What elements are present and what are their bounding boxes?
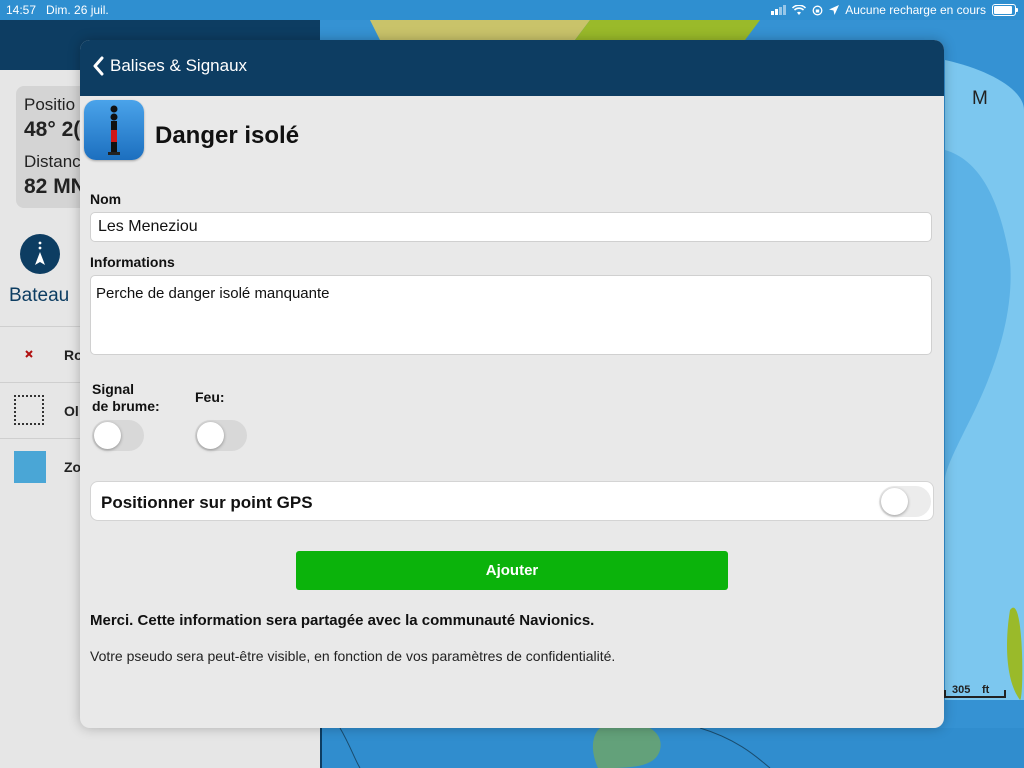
obstruction-area-icon: [14, 395, 44, 425]
wifi-icon: [792, 4, 807, 15]
battery-icon: [992, 4, 1018, 16]
map-label: M: [972, 88, 988, 109]
distance-value: 82 MN: [24, 175, 86, 198]
rock-marker-icon: [25, 350, 33, 358]
gps-position-label: Positionner sur point GPS: [101, 493, 313, 512]
fog-signal-toggle[interactable]: [92, 420, 144, 451]
boat-arrow-icon: [35, 241, 45, 265]
background-list-item[interactable]: Ro: [0, 326, 83, 383]
list-item-label: Zo: [64, 459, 82, 475]
light-label: Feu:: [195, 389, 225, 405]
status-time: 14:57: [6, 3, 37, 17]
scale-bar: [944, 690, 1006, 698]
modal-header: Balises & Signaux: [80, 40, 944, 96]
isolated-danger-icon: [84, 100, 144, 160]
position-label: Positio: [24, 95, 76, 114]
page-title: Danger isolé: [155, 122, 300, 149]
information-textarea[interactable]: Perche de danger isolé manquante: [90, 275, 932, 355]
gps-position-row[interactable]: Positionner sur point GPS: [90, 481, 934, 521]
toggle-knob: [881, 488, 908, 515]
battery-status-text: Aucune recharge en cours: [845, 3, 986, 17]
status-indicators: Aucune recharge en cours: [771, 3, 1018, 17]
status-date: Dim. 26 juil.: [46, 3, 109, 17]
chevron-left-icon: [93, 56, 104, 76]
back-button-label: Balises & Signaux: [110, 56, 248, 75]
thanks-message: Merci. Cette information sera partagée a…: [90, 612, 595, 629]
fog-signal-label: Signal de brume:: [92, 381, 160, 415]
back-button[interactable]: Balises & Signaux: [92, 56, 247, 76]
position-value: 48° 2(: [24, 118, 81, 141]
light-toggle[interactable]: [195, 420, 247, 451]
location-arrow-icon: [829, 5, 840, 15]
gps-position-toggle[interactable]: [879, 486, 931, 517]
list-item-label: Ol: [64, 403, 79, 419]
fog-signal-label-line2: de brume:: [92, 398, 160, 414]
add-marker-modal: Balises & Signaux Danger isolé Nom Les M…: [80, 40, 944, 728]
map-scale: 305 ft: [944, 684, 1006, 698]
information-label: Informations: [90, 254, 175, 270]
fog-signal-label-line1: Signal: [92, 381, 135, 397]
rotation-lock-icon: [812, 5, 823, 15]
toggle-knob: [94, 422, 121, 449]
name-label: Nom: [90, 191, 122, 207]
cellular-signal-icon: [771, 5, 787, 15]
zone-area-icon: [14, 451, 46, 483]
distance-label: Distanc: [24, 152, 81, 171]
background-list-item[interactable]: Ol: [0, 382, 80, 439]
background-list-item[interactable]: Zo: [0, 438, 82, 495]
boat-button[interactable]: [20, 234, 60, 274]
privacy-message: Votre pseudo sera peut-être visible, en …: [90, 648, 616, 664]
boat-label: Bateau: [9, 285, 70, 306]
status-bar: 14:57 Dim. 26 juil. Aucune recharge en c…: [0, 0, 1024, 20]
add-button[interactable]: Ajouter: [296, 551, 728, 590]
name-field[interactable]: Les Meneziou: [90, 212, 932, 242]
status-time-date: 14:57 Dim. 26 juil.: [6, 3, 109, 17]
toggle-knob: [197, 422, 224, 449]
